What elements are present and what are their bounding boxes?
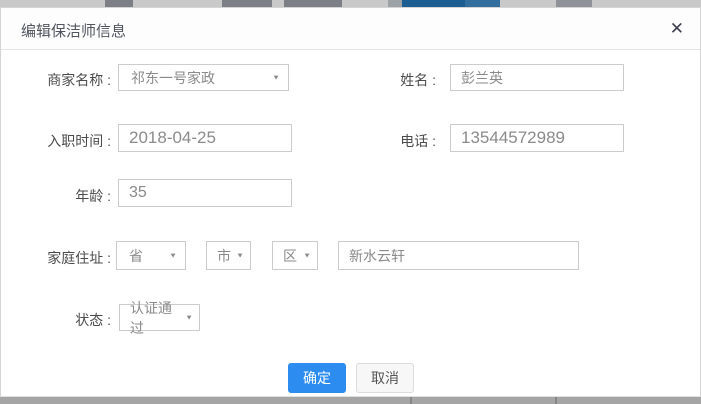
city-select[interactable]: 市 ▼	[206, 241, 251, 270]
name-label: 姓名 :	[356, 70, 436, 90]
address-detail-input[interactable]	[338, 241, 579, 270]
province-value: 省	[129, 246, 143, 266]
chevron-down-icon: ▼	[185, 314, 193, 322]
chevron-down-icon: ▼	[272, 74, 280, 82]
age-label: 年龄 :	[11, 186, 111, 206]
home-address-label: 家庭住址 :	[11, 248, 111, 268]
merchant-name-select[interactable]: 祁东一号家政 ▼	[118, 64, 289, 91]
hire-date-label: 入职时间 :	[11, 131, 111, 151]
status-select[interactable]: 认证通过 ▼	[119, 304, 200, 331]
background-text-fragment	[556, 0, 592, 7]
cancel-button[interactable]: 取消	[356, 363, 414, 393]
city-value: 市	[217, 246, 231, 266]
background-text-fragment	[105, 0, 133, 7]
modal-title: 编辑保洁师信息	[21, 20, 126, 41]
background-button-fragment	[465, 0, 500, 7]
modal-header: 编辑保洁师信息 ✕	[1, 8, 700, 50]
chevron-down-icon: ▼	[236, 252, 244, 260]
district-select[interactable]: 区 ▼	[272, 241, 318, 270]
merchant-name-value: 祁东一号家政	[131, 68, 215, 88]
status-label: 状态 :	[11, 310, 111, 330]
chevron-down-icon: ▼	[303, 252, 311, 260]
chevron-down-icon: ▼	[169, 252, 177, 260]
background-text-fragment	[222, 0, 272, 7]
background-text-fragment	[284, 0, 342, 7]
screen: 编辑保洁师信息 ✕ 商家名称 : 祁东一号家政 ▼ 姓名 : 入职时间 : 电话…	[0, 0, 701, 404]
confirm-button[interactable]: 确定	[288, 363, 346, 393]
district-value: 区	[283, 246, 297, 266]
background-text-fragment	[388, 0, 402, 7]
background-divider	[410, 397, 412, 404]
background-top-strip	[0, 0, 701, 7]
background-divider	[555, 397, 557, 404]
age-input[interactable]	[118, 179, 292, 207]
status-value: 认证通过	[130, 298, 185, 338]
close-icon[interactable]: ✕	[670, 17, 684, 41]
phone-input[interactable]	[450, 124, 624, 152]
edit-cleaner-modal: 编辑保洁师信息 ✕ 商家名称 : 祁东一号家政 ▼ 姓名 : 入职时间 : 电话…	[0, 7, 701, 397]
merchant-name-label: 商家名称 :	[11, 70, 111, 90]
background-bottom-strip	[0, 397, 701, 404]
background-button-fragment	[402, 0, 465, 7]
province-select[interactable]: 省 ▼	[116, 241, 186, 270]
phone-label: 电话 :	[356, 131, 436, 151]
name-input[interactable]	[450, 64, 624, 91]
hire-date-input[interactable]	[118, 124, 292, 152]
